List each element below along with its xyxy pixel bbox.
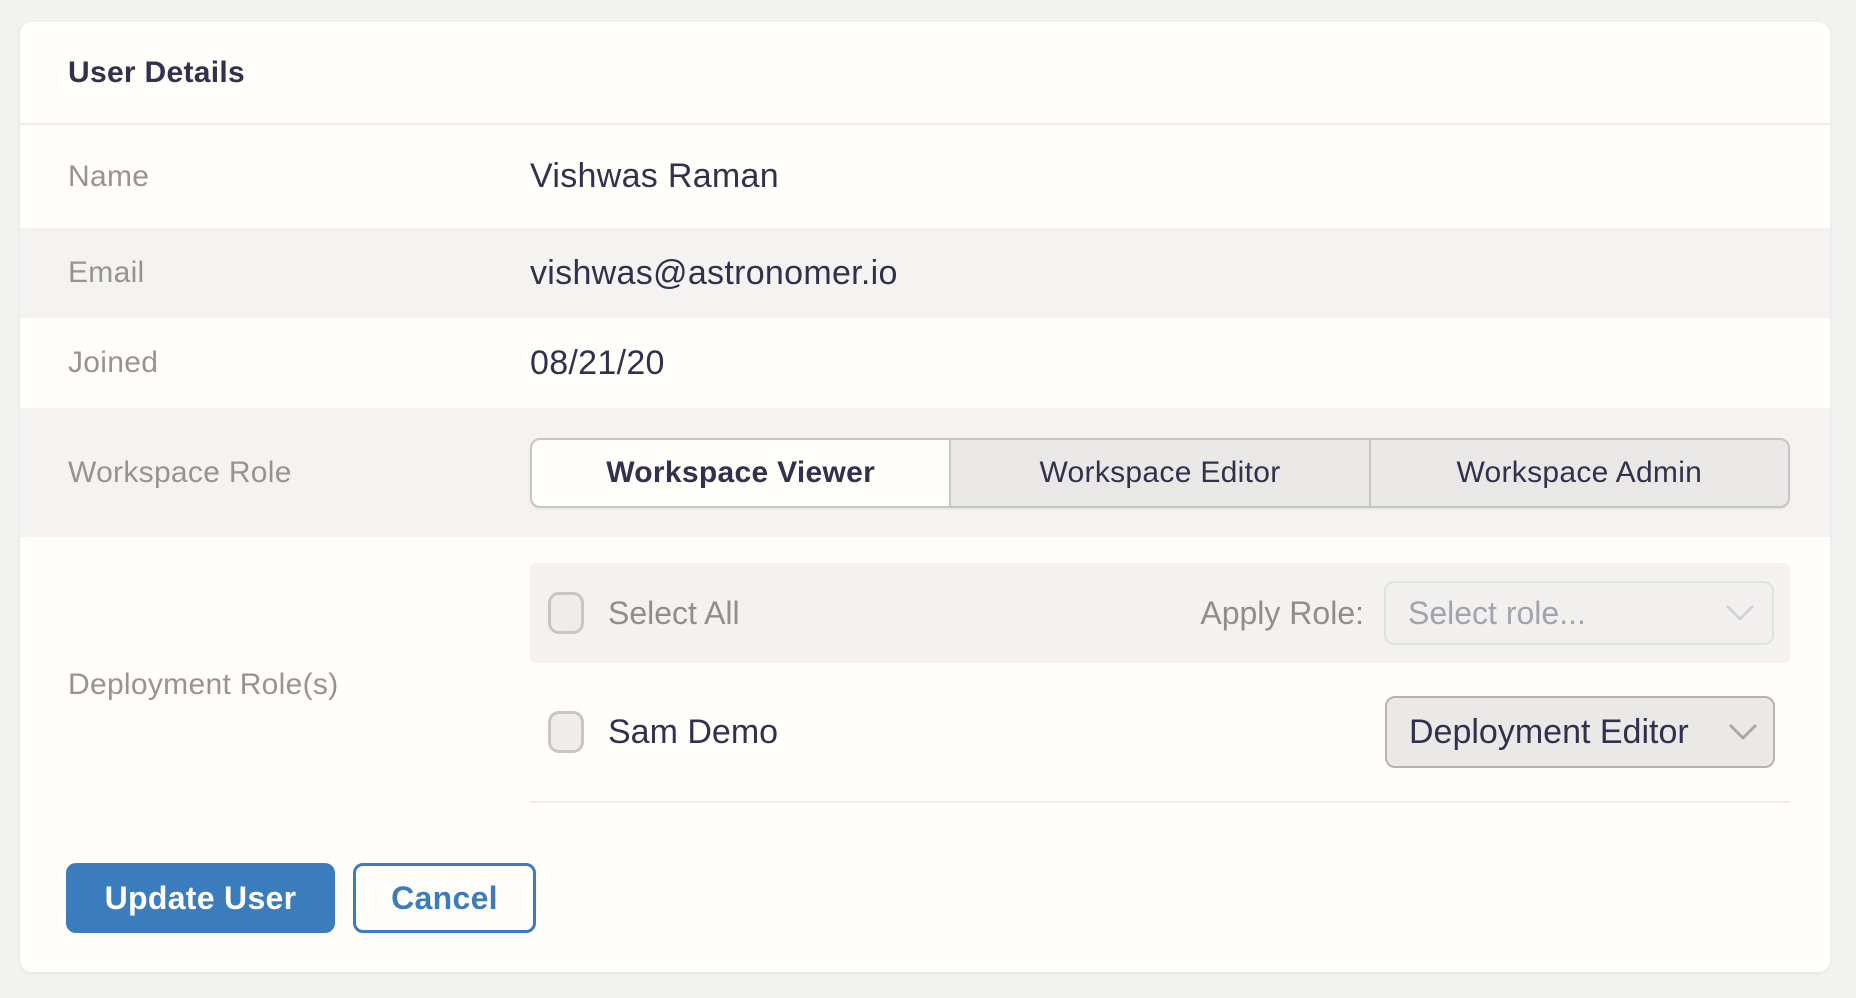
select-all-checkbox[interactable] bbox=[548, 592, 584, 634]
select-all-label: Select All bbox=[608, 595, 740, 632]
page-title: User Details bbox=[68, 56, 245, 90]
email-label: Email bbox=[20, 228, 530, 318]
deployment-roles-area: Select All Apply Role: Select role... Sa… bbox=[530, 537, 1830, 833]
user-details-card: User Details Name Vishwas Raman Email vi… bbox=[20, 22, 1830, 972]
workspace-editor-button[interactable]: Workspace Editor bbox=[949, 440, 1368, 506]
email-value: vishwas@astronomer.io bbox=[530, 228, 1830, 318]
name-value: Vishwas Raman bbox=[530, 125, 1830, 228]
deployment-role-dropdown-value: Deployment Editor bbox=[1409, 713, 1689, 752]
deployment-role-dropdown[interactable]: Deployment Editor bbox=[1385, 696, 1775, 768]
joined-label: Joined bbox=[20, 318, 530, 408]
apply-role-label: Apply Role: bbox=[1200, 595, 1364, 632]
update-user-button[interactable]: Update User bbox=[66, 863, 335, 933]
deployment-checkbox[interactable] bbox=[548, 711, 584, 753]
workspace-admin-button[interactable]: Workspace Admin bbox=[1369, 440, 1788, 506]
name-row: Name Vishwas Raman bbox=[20, 125, 1830, 228]
deployment-row: Sam Demo Deployment Editor bbox=[530, 663, 1790, 803]
workspace-role-row: Workspace Role Workspace Viewer Workspac… bbox=[20, 408, 1830, 537]
email-row: Email vishwas@astronomer.io bbox=[20, 228, 1830, 318]
workspace-role-button-group: Workspace Viewer Workspace Editor Worksp… bbox=[530, 438, 1790, 508]
apply-role-dropdown-placeholder: Select role... bbox=[1408, 595, 1586, 632]
workspace-role-label: Workspace Role bbox=[20, 408, 530, 537]
apply-role-dropdown[interactable]: Select role... bbox=[1384, 581, 1774, 645]
name-label: Name bbox=[20, 125, 530, 228]
joined-row: Joined 08/21/20 bbox=[20, 318, 1830, 408]
select-all-panel: Select All Apply Role: Select role... bbox=[530, 563, 1790, 663]
card-footer: Update User Cancel bbox=[20, 833, 1830, 933]
cancel-button[interactable]: Cancel bbox=[353, 863, 536, 933]
joined-value: 08/21/20 bbox=[530, 318, 1830, 408]
workspace-viewer-button[interactable]: Workspace Viewer bbox=[532, 440, 949, 506]
workspace-role-value: Workspace Viewer Workspace Editor Worksp… bbox=[530, 408, 1830, 537]
card-header: User Details bbox=[20, 22, 1830, 125]
chevron-down-icon bbox=[1729, 724, 1757, 741]
deployment-roles-label: Deployment Role(s) bbox=[20, 537, 530, 833]
deployment-name: Sam Demo bbox=[608, 713, 778, 752]
chevron-down-icon bbox=[1726, 605, 1754, 622]
deployment-roles-row: Deployment Role(s) Select All Apply Role… bbox=[20, 537, 1830, 833]
